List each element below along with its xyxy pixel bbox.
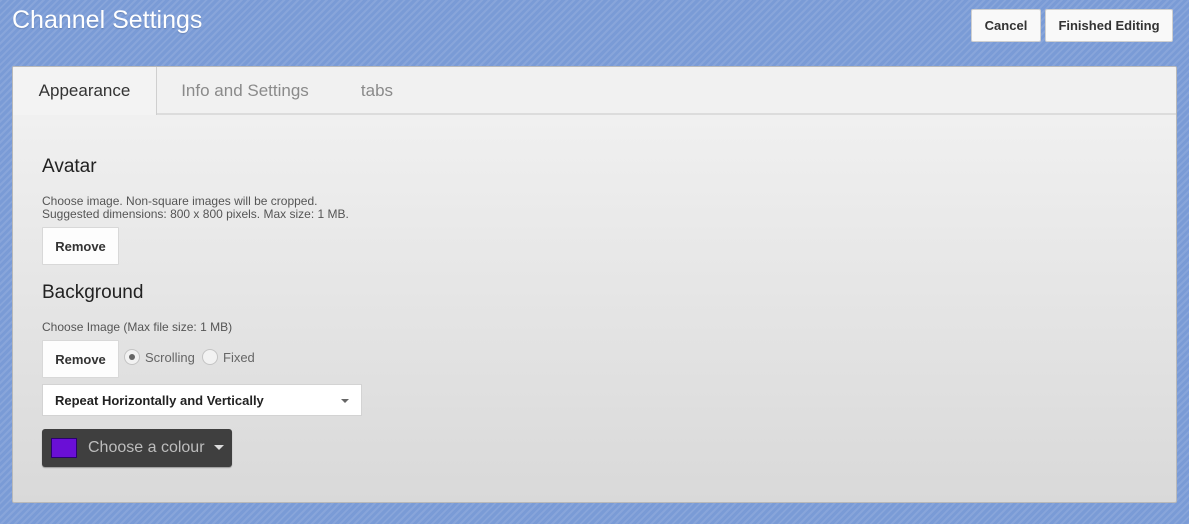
background-remove-button[interactable]: Remove — [42, 340, 119, 378]
radio-scrolling[interactable]: Scrolling — [124, 349, 195, 365]
caret-down-icon — [214, 445, 224, 450]
tab-appearance[interactable]: Appearance — [13, 67, 157, 115]
settings-panel: Appearance Info and Settings tabs Avatar… — [12, 66, 1177, 503]
radio-button[interactable] — [202, 349, 218, 365]
radio-label-fixed: Fixed — [223, 349, 255, 365]
radio-button[interactable] — [124, 349, 140, 365]
repeat-select-value: Repeat Horizontally and Vertically — [55, 393, 264, 408]
tab-tabs[interactable]: tabs — [348, 67, 406, 115]
tab-bar: Appearance Info and Settings tabs — [13, 67, 1176, 115]
chevron-down-icon — [341, 399, 349, 403]
radio-fixed[interactable]: Fixed — [202, 349, 255, 365]
colour-picker-button[interactable]: Choose a colour — [42, 429, 232, 467]
avatar-remove-button[interactable]: Remove — [42, 227, 119, 265]
colour-picker-label: Choose a colour — [88, 439, 205, 456]
avatar-heading: Avatar — [42, 156, 97, 177]
background-help-text: Choose Image (Max file size: 1 MB) — [42, 320, 233, 334]
radio-label-scrolling: Scrolling — [145, 349, 195, 365]
repeat-select[interactable]: Repeat Horizontally and Vertically — [42, 384, 362, 416]
avatar-help-text: Choose image. Non-square images will be … — [42, 195, 349, 221]
colour-swatch — [51, 438, 77, 458]
finished-editing-button[interactable]: Finished Editing — [1045, 9, 1173, 42]
background-heading: Background — [42, 282, 144, 303]
avatar-help-line: Suggested dimensions: 800 x 800 pixels. … — [42, 207, 349, 221]
cancel-button[interactable]: Cancel — [971, 9, 1041, 42]
tab-info-and-settings[interactable]: Info and Settings — [168, 67, 322, 115]
page-title: Channel Settings — [12, 6, 203, 34]
